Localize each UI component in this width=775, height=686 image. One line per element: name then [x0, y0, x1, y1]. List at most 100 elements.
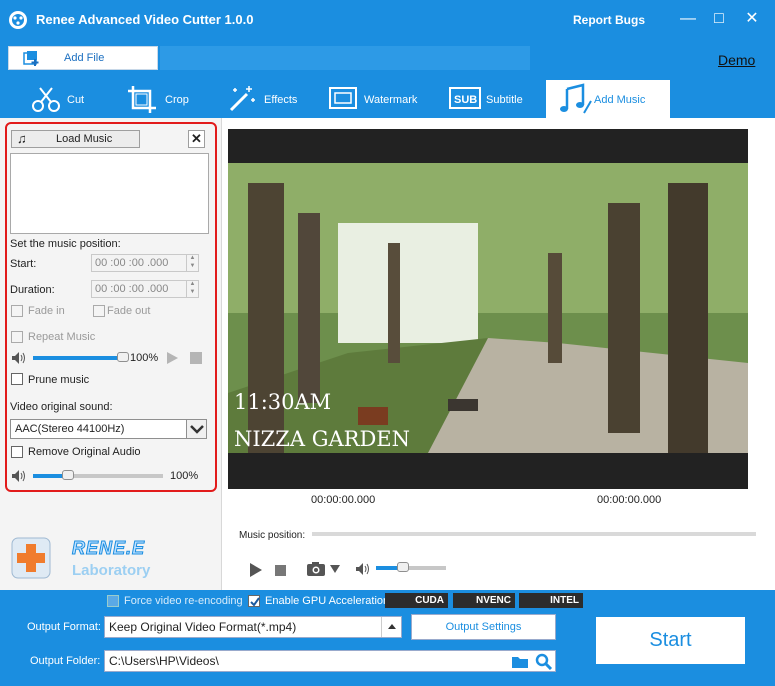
- fade-in-checkbox[interactable]: [11, 305, 23, 317]
- camera-icon[interactable]: [306, 561, 328, 577]
- output-folder-label: Output Folder:: [30, 655, 101, 667]
- music-volume-value: 100%: [130, 352, 159, 364]
- logo-text-laboratory: Laboratory: [72, 562, 151, 579]
- renee-logo-icon: [11, 537, 51, 579]
- tab-effects-label: Effects: [264, 94, 298, 106]
- svg-text:SUB: SUB: [454, 94, 477, 106]
- output-format-label: Output Format:: [27, 621, 101, 633]
- close-window-button[interactable]: ✕: [742, 10, 762, 28]
- app-logo-icon: [9, 11, 27, 29]
- tab-effects[interactable]: Effects: [208, 80, 318, 118]
- play-icon[interactable]: [249, 562, 263, 578]
- file-path-bar: [160, 46, 530, 70]
- remove-audio-checkbox[interactable]: [11, 446, 23, 458]
- video-sound-dropdown-button[interactable]: [186, 420, 206, 438]
- tab-watermark[interactable]: Watermark: [318, 80, 440, 118]
- video-overlay-place: NIZZA GARDEN: [234, 427, 410, 451]
- maximize-button[interactable]: □: [709, 10, 729, 28]
- output-format-dropdown-button[interactable]: [381, 617, 401, 637]
- watermark-icon: [329, 87, 357, 109]
- music-volume-slider[interactable]: [33, 356, 123, 360]
- duration-time-value: 00 :00 :00 .000: [95, 283, 169, 295]
- scissors-icon: [32, 87, 60, 112]
- music-volume-fill: [33, 356, 123, 360]
- remove-audio-label: Remove Original Audio: [28, 446, 141, 458]
- play-music-icon[interactable]: [166, 351, 179, 365]
- caret-up-icon: [388, 624, 396, 629]
- video-sound-label: Video original sound:: [10, 401, 113, 413]
- repeat-music-label: Repeat Music: [28, 331, 96, 343]
- gpu-acceleration-label: Enable GPU Acceleration: [265, 595, 390, 607]
- output-settings-button[interactable]: Output Settings: [411, 614, 556, 640]
- duration-time-spinner[interactable]: ▲ ▼: [186, 280, 198, 298]
- tab-add-music-label: Add Music: [594, 94, 646, 106]
- stop-music-icon[interactable]: [190, 352, 202, 364]
- magic-wand-icon: [229, 86, 255, 112]
- set-position-label: Set the music position:: [10, 238, 121, 250]
- original-volume-slider[interactable]: [33, 474, 163, 478]
- stop-icon[interactable]: [275, 565, 286, 576]
- app-title: Renee Advanced Video Cutter 1.0.0: [36, 12, 254, 27]
- camera-dropdown-icon[interactable]: [330, 565, 340, 573]
- prune-music-label: Prune music: [28, 374, 90, 386]
- crop-icon: [128, 86, 156, 113]
- video-sound-value: AAC(Stereo 44100Hz): [15, 423, 125, 435]
- video-start-time: 00:00:00.000: [311, 494, 376, 506]
- subtitle-icon: SUB: [449, 87, 481, 109]
- fade-out-checkbox[interactable]: [93, 305, 105, 317]
- original-volume-thumb[interactable]: [62, 470, 74, 480]
- fade-out-label: Fade out: [107, 305, 151, 317]
- add-file-button[interactable]: Add File: [8, 46, 158, 70]
- player-volume-slider[interactable]: [376, 566, 446, 570]
- music-list[interactable]: [10, 153, 209, 234]
- output-format-value: Keep Original Video Format(*.mp4): [109, 620, 297, 634]
- intel-badge: INTEL: [519, 593, 583, 608]
- minimize-button[interactable]: —: [678, 10, 698, 28]
- output-format-select[interactable]: Keep Original Video Format(*.mp4): [104, 616, 402, 638]
- start-label: Start:: [10, 258, 37, 270]
- search-icon[interactable]: [535, 653, 553, 670]
- tab-crop-label: Crop: [165, 94, 189, 106]
- cuda-badge: CUDA: [385, 593, 448, 608]
- output-folder-value: C:\Users\HP\Videos\: [109, 654, 219, 668]
- add-file-icon: [23, 51, 39, 66]
- tab-crop[interactable]: Crop: [110, 80, 208, 118]
- load-music-button[interactable]: ♫ Load Music: [11, 130, 140, 148]
- nvenc-badge: NVENC: [453, 593, 515, 608]
- output-folder-input[interactable]: C:\Users\HP\Videos\: [104, 650, 556, 672]
- video-preview: 11:30AM NIZZA GARDEN: [228, 129, 748, 489]
- music-position-slider[interactable]: [312, 532, 756, 536]
- player-volume-thumb[interactable]: [397, 562, 409, 572]
- fade-in-label: Fade in: [28, 305, 65, 317]
- gpu-acceleration-checkbox[interactable]: [248, 595, 260, 607]
- duration-label: Duration:: [10, 284, 55, 296]
- checkmark-icon: [250, 597, 260, 607]
- video-overlay-time: 11:30AM: [234, 390, 332, 414]
- repeat-music-checkbox[interactable]: [11, 331, 23, 343]
- speaker-icon: [12, 352, 25, 364]
- force-reencode-checkbox[interactable]: [107, 595, 119, 607]
- start-time-value: 00 :00 :00 .000: [95, 257, 169, 269]
- prune-music-checkbox[interactable]: [11, 373, 23, 385]
- demo-link[interactable]: Demo: [718, 52, 755, 68]
- start-time-field[interactable]: 00 :00 :00 .000 ▲ ▼: [91, 254, 199, 272]
- tab-subtitle[interactable]: SUB Subtitle: [440, 80, 546, 118]
- report-bugs-link[interactable]: Report Bugs: [573, 13, 645, 27]
- folder-icon[interactable]: [511, 654, 529, 669]
- original-volume-value: 100%: [170, 470, 199, 482]
- chevron-down-icon: [190, 425, 204, 434]
- tab-cut-label: Cut: [67, 94, 85, 106]
- add-file-label: Add File: [64, 52, 105, 64]
- logo-text-rene: RENE.E: [71, 538, 146, 559]
- start-time-spinner[interactable]: ▲ ▼: [186, 254, 198, 272]
- tab-add-music[interactable]: Add Music: [546, 80, 670, 118]
- video-sound-select[interactable]: AAC(Stereo 44100Hz): [10, 419, 207, 439]
- start-button[interactable]: Start: [596, 617, 745, 664]
- tab-cut[interactable]: Cut: [0, 80, 110, 118]
- music-position-label: Music position:: [239, 530, 306, 541]
- duration-time-field[interactable]: 00 :00 :00 .000 ▲ ▼: [91, 280, 199, 298]
- music-note-icon: [560, 83, 592, 114]
- music-note-small-icon: ♫: [17, 131, 27, 146]
- music-volume-thumb[interactable]: [117, 352, 129, 362]
- remove-music-button[interactable]: ✕: [188, 130, 205, 148]
